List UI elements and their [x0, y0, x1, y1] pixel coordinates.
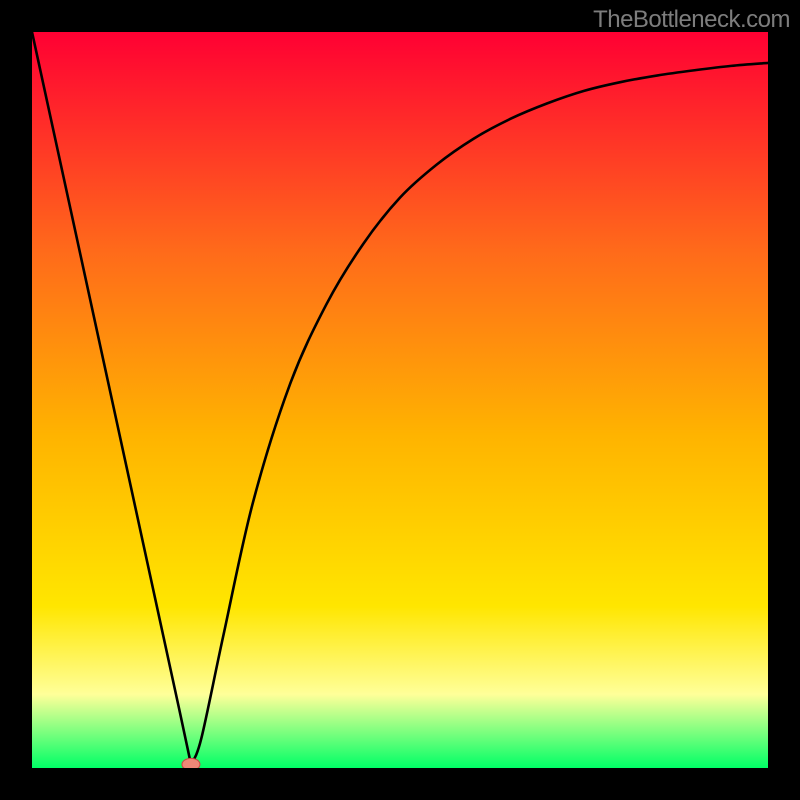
plot-area [32, 32, 768, 768]
gradient-background [32, 32, 768, 768]
chart-frame: TheBottleneck.com [0, 0, 800, 800]
chart-svg [32, 32, 768, 768]
watermark-text: TheBottleneck.com [593, 6, 790, 34]
min-point-marker [182, 758, 200, 768]
